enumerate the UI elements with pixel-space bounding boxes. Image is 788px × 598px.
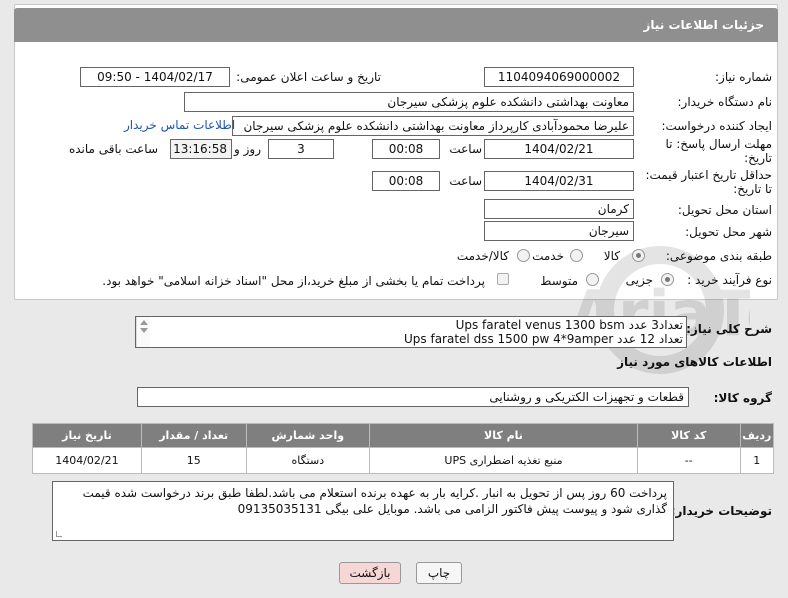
category-service-label: خدمت (532, 249, 564, 263)
buyer-org-field: معاونت بهداشتی دانشکده علوم پزشکی سیرجان (184, 92, 634, 112)
col-need-date: تاریخ نیاز (32, 423, 142, 448)
goods-group-label: گروه کالا: (713, 391, 772, 405)
description-textarea[interactable]: Ups faratel venus 1300 bsm تعداد3 عدد Up… (135, 316, 687, 348)
goods-section-title: اطلاعات کالاهای مورد نیاز (617, 355, 772, 369)
cell-row-number: 1 (739, 447, 775, 474)
goods-group-field: قطعات و تجهیزات الکتریکی و روشنایی (137, 387, 689, 407)
days-field: 3 (268, 139, 334, 159)
treasury-payment-checkbox[interactable] (497, 273, 509, 285)
remaining-time-field: 13:16:58 (170, 139, 232, 159)
table-row: 1 -- منبع تغذیه اضطراری UPS دستگاه 15 14… (32, 447, 775, 474)
col-quantity: تعداد / مقدار (140, 423, 247, 448)
remaining-label: ساعت باقی مانده (68, 142, 158, 156)
reply-time-label: ساعت (449, 142, 482, 156)
process-minor-label: جزیی (625, 273, 653, 287)
treasury-payment-note: پرداخت تمام یا بخشی از مبلغ خرید،از محل … (102, 274, 485, 288)
reply-deadline-label: مهلت ارسال پاسخ: تا (665, 137, 772, 151)
cell-item-name: منبع تغذیه اضطراری UPS (369, 447, 638, 474)
validity-time-field: 00:08 (372, 171, 440, 191)
back-button[interactable]: بازگشت (339, 562, 401, 584)
resize-grip-icon[interactable] (56, 531, 62, 537)
description-scrollbar[interactable] (136, 317, 150, 347)
scroll-up-icon (140, 320, 148, 325)
validity-date-field: 1404/02/31 (484, 171, 634, 191)
price-validity-label: حداقل تاریخ اعتبار قیمت: (645, 168, 772, 182)
col-row-number: ردیف (739, 423, 775, 448)
page-header: جزئیات اطلاعات نیاز (14, 8, 778, 42)
city-field: سیرجان (484, 221, 634, 241)
creator-label: ایجاد کننده درخواست: (661, 119, 772, 133)
process-label: نوع فرآیند خرید : (687, 273, 772, 287)
city-label: شهر محل تحویل: (685, 225, 772, 239)
col-item-name: نام کالا (369, 423, 638, 448)
cell-unit: دستگاه (245, 447, 371, 474)
category-goods-service-radio[interactable] (517, 249, 530, 262)
description-line-1: Ups faratel venus 1300 bsm تعداد3 عدد (455, 318, 683, 332)
col-unit: واحد شمارش (245, 423, 371, 448)
announce-datetime-field: 1404/02/17 - 09:50 (80, 67, 230, 87)
announce-label: تاریخ و ساعت اعلان عمومی: (236, 70, 381, 84)
process-medium-radio[interactable] (586, 273, 599, 286)
col-item-code: کد کالا (636, 423, 741, 448)
buyer-notes-label: توضیحات خریدار: (670, 504, 772, 518)
category-label: طبقه بندی موضوعی: (665, 249, 772, 263)
reply-date-field: 1404/02/21 (484, 139, 634, 159)
page-title: جزئیات اطلاعات نیاز (643, 18, 764, 32)
description-label: شرح کلی نیاز: (686, 322, 772, 336)
table-header-row: ردیف کد کالا نام کالا واحد شمارش تعداد /… (32, 423, 775, 448)
description-line-2: Ups faratel dss 1500 pw 4*9amper تعداد 1… (404, 332, 683, 346)
buyer-notes-text: پرداخت 60 روز پس از تحویل به انبار .کرای… (82, 486, 667, 516)
process-medium-label: متوسط (540, 274, 578, 288)
category-service-radio[interactable] (570, 249, 583, 262)
buyer-notes-textarea[interactable]: پرداخت 60 روز پس از تحویل به انبار .کرای… (52, 481, 674, 541)
process-minor-radio[interactable] (661, 273, 674, 286)
days-label: روز و (234, 142, 261, 156)
need-number-field: 1104094069000002 (484, 67, 634, 87)
cell-need-date: 1404/02/21 (32, 447, 142, 474)
category-goods-service-label: کالا/خدمت (456, 249, 509, 263)
category-goods-radio[interactable] (632, 249, 645, 262)
goods-table: ردیف کد کالا نام کالا واحد شمارش تعداد /… (32, 423, 775, 474)
category-goods-label: کالا (603, 249, 620, 263)
cell-quantity: 15 (140, 447, 247, 474)
buyer-org-label: نام دستگاه خریدار: (677, 95, 773, 109)
buyer-contact-link[interactable]: اطلاعات تماس خریدار (124, 118, 235, 132)
scroll-down-icon (140, 328, 148, 333)
province-label: استان محل تحویل: (677, 203, 772, 217)
price-validity-label-2: تا تاریخ: (733, 182, 772, 196)
validity-time-label: ساعت (449, 174, 482, 188)
reply-time-field: 00:08 (372, 139, 440, 159)
cell-item-code: -- (636, 447, 741, 474)
reply-deadline-label-2: تاریخ: (744, 151, 772, 165)
province-field: کرمان (484, 199, 634, 219)
need-number-label: شماره نیاز: (715, 70, 772, 84)
creator-field: علیرضا محمودآبادی کارپرداز معاونت بهداشت… (232, 116, 634, 136)
print-button[interactable]: چاپ (416, 562, 462, 584)
